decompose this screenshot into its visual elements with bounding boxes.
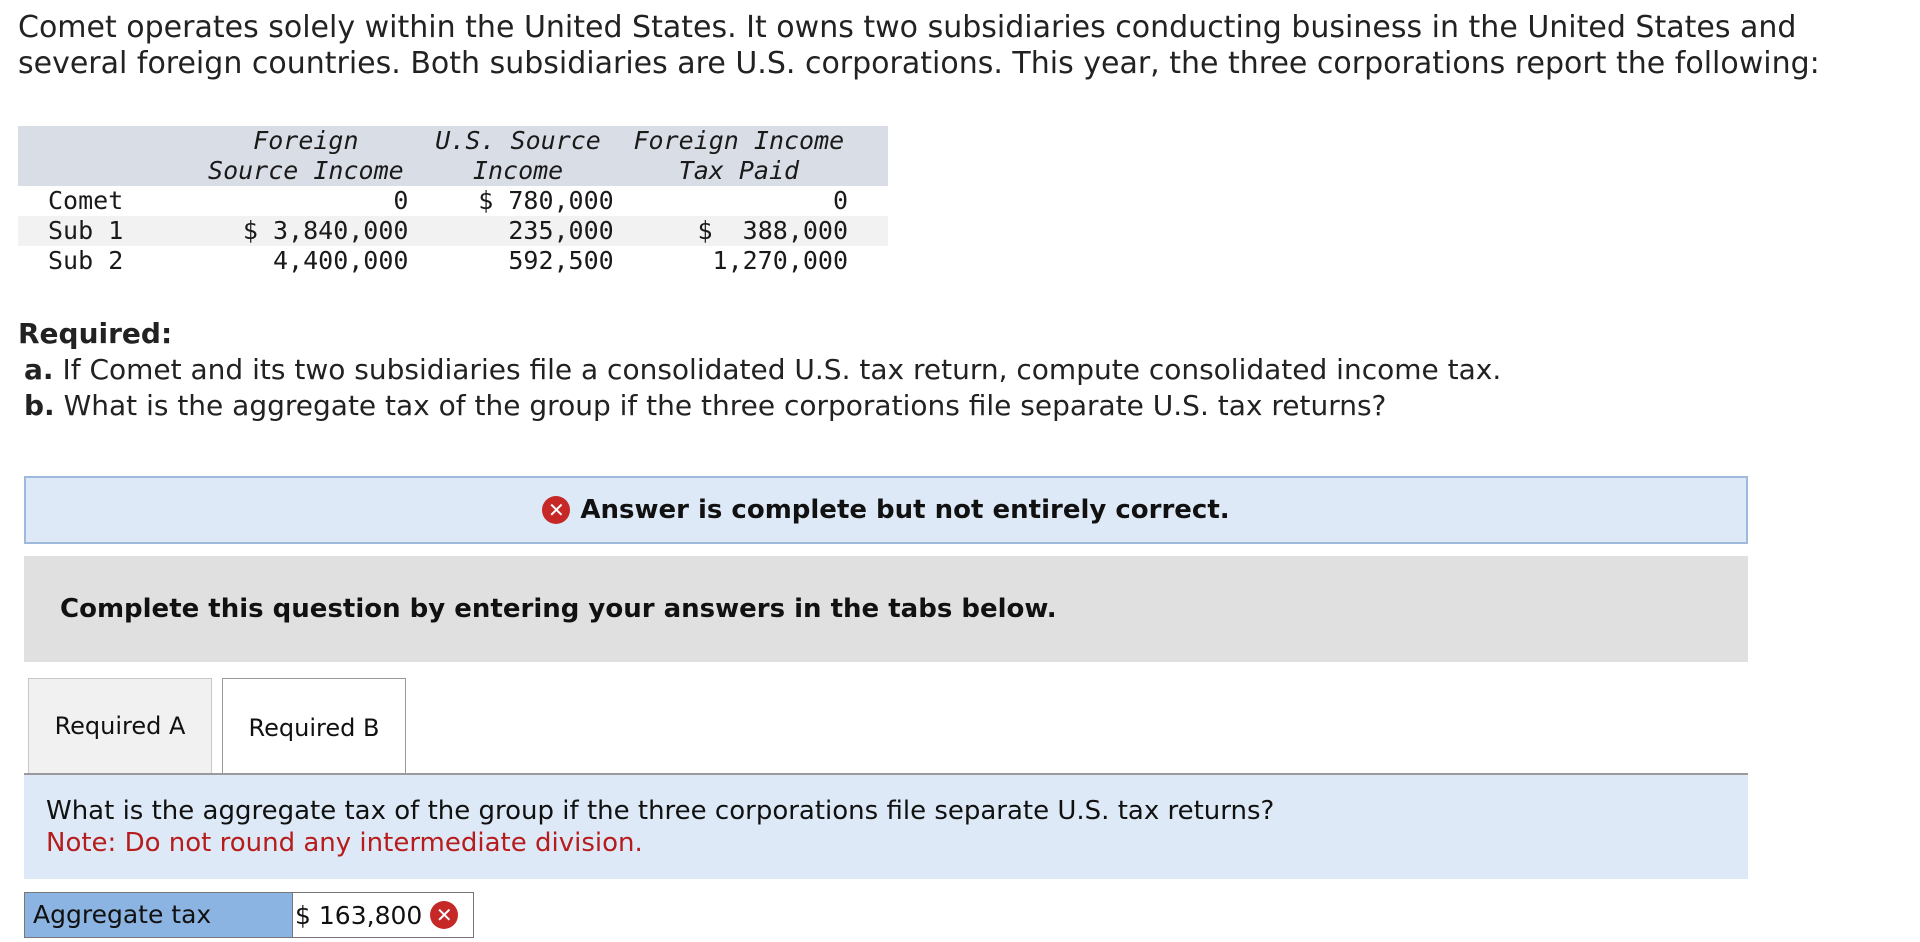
x-circle-icon: ✕	[430, 901, 459, 929]
table-row: Comet 0 $ 780,000 0	[18, 186, 888, 216]
cell-foreign-tax: 1,270,000	[712, 246, 848, 275]
header-us-source-income: U.S. Source Income	[422, 126, 630, 186]
tab-required-a[interactable]: Required A	[28, 678, 212, 774]
aggregate-tax-input[interactable]: $ 163,800 ✕	[293, 893, 473, 937]
answer-row: Aggregate tax $ 163,800 ✕	[24, 892, 474, 938]
instructions-panel: Complete this question by entering your …	[24, 556, 1748, 662]
instructions-text: Complete this question by entering your …	[60, 594, 1057, 624]
required-a-label: a.	[24, 353, 54, 386]
header-foreign-income-tax-paid: Foreign Income Tax Paid	[629, 126, 888, 186]
required-item-b: b. What is the aggregate tax of the grou…	[18, 388, 1898, 424]
currency-symbol: $	[295, 900, 311, 930]
cell-us-income: 235,000	[422, 216, 630, 246]
row-label: Comet	[48, 186, 124, 215]
row-label: Sub 2	[48, 246, 124, 275]
banner-text: Answer is complete but not entirely corr…	[580, 495, 1230, 525]
required-title: Required:	[18, 317, 173, 350]
header-foreign-source-income: Foreign Source Income	[203, 126, 423, 186]
table-header-row: Foreign Source Income U.S. Source Income…	[18, 126, 888, 186]
cell-foreign-income: 0	[393, 186, 409, 215]
cell-foreign-income: $ 3,840,000	[203, 216, 423, 246]
header-blank	[18, 126, 204, 186]
table-row: Sub 2 4,400,000 592,500 1,270,000	[18, 246, 888, 276]
required-section: Required: a. If Comet and its two subsid…	[18, 316, 1898, 424]
cell-us-income: $ 780,000	[478, 186, 614, 215]
cell-us-income: 592,500	[508, 246, 614, 275]
tab-bar: Required A Required B	[28, 678, 1748, 776]
aggregate-tax-label: Aggregate tax	[25, 893, 293, 937]
cell-foreign-income: 4,400,000	[273, 246, 409, 275]
required-b-text: What is the aggregate tax of the group i…	[63, 389, 1387, 422]
row-label: Sub 1	[18, 216, 204, 246]
tab-required-b[interactable]: Required B	[222, 678, 406, 776]
page: Comet operates solely within the United …	[0, 0, 1920, 942]
question-panel: What is the aggregate tax of the group i…	[24, 775, 1748, 879]
required-a-text: If Comet and its two subsidiaries file a…	[62, 353, 1502, 386]
cell-foreign-tax: $ 388,000	[629, 216, 888, 246]
x-circle-icon: ✕	[542, 496, 571, 524]
required-b-label: b.	[24, 389, 55, 422]
intro-paragraph: Comet operates solely within the United …	[18, 10, 1820, 81]
income-table: Foreign Source Income U.S. Source Income…	[18, 126, 888, 276]
answer-status-banner: ✕ Answer is complete but not entirely co…	[24, 476, 1748, 544]
question-note: Note: Do not round any intermediate divi…	[46, 828, 643, 858]
question-text: What is the aggregate tax of the group i…	[46, 796, 1275, 826]
table-row: Sub 1 $ 3,840,000 235,000 $ 388,000	[18, 216, 888, 246]
aggregate-tax-value[interactable]: 163,800	[319, 901, 422, 930]
required-item-a: a. If Comet and its two subsidiaries fil…	[18, 352, 1898, 388]
cell-foreign-tax: 0	[832, 186, 848, 215]
